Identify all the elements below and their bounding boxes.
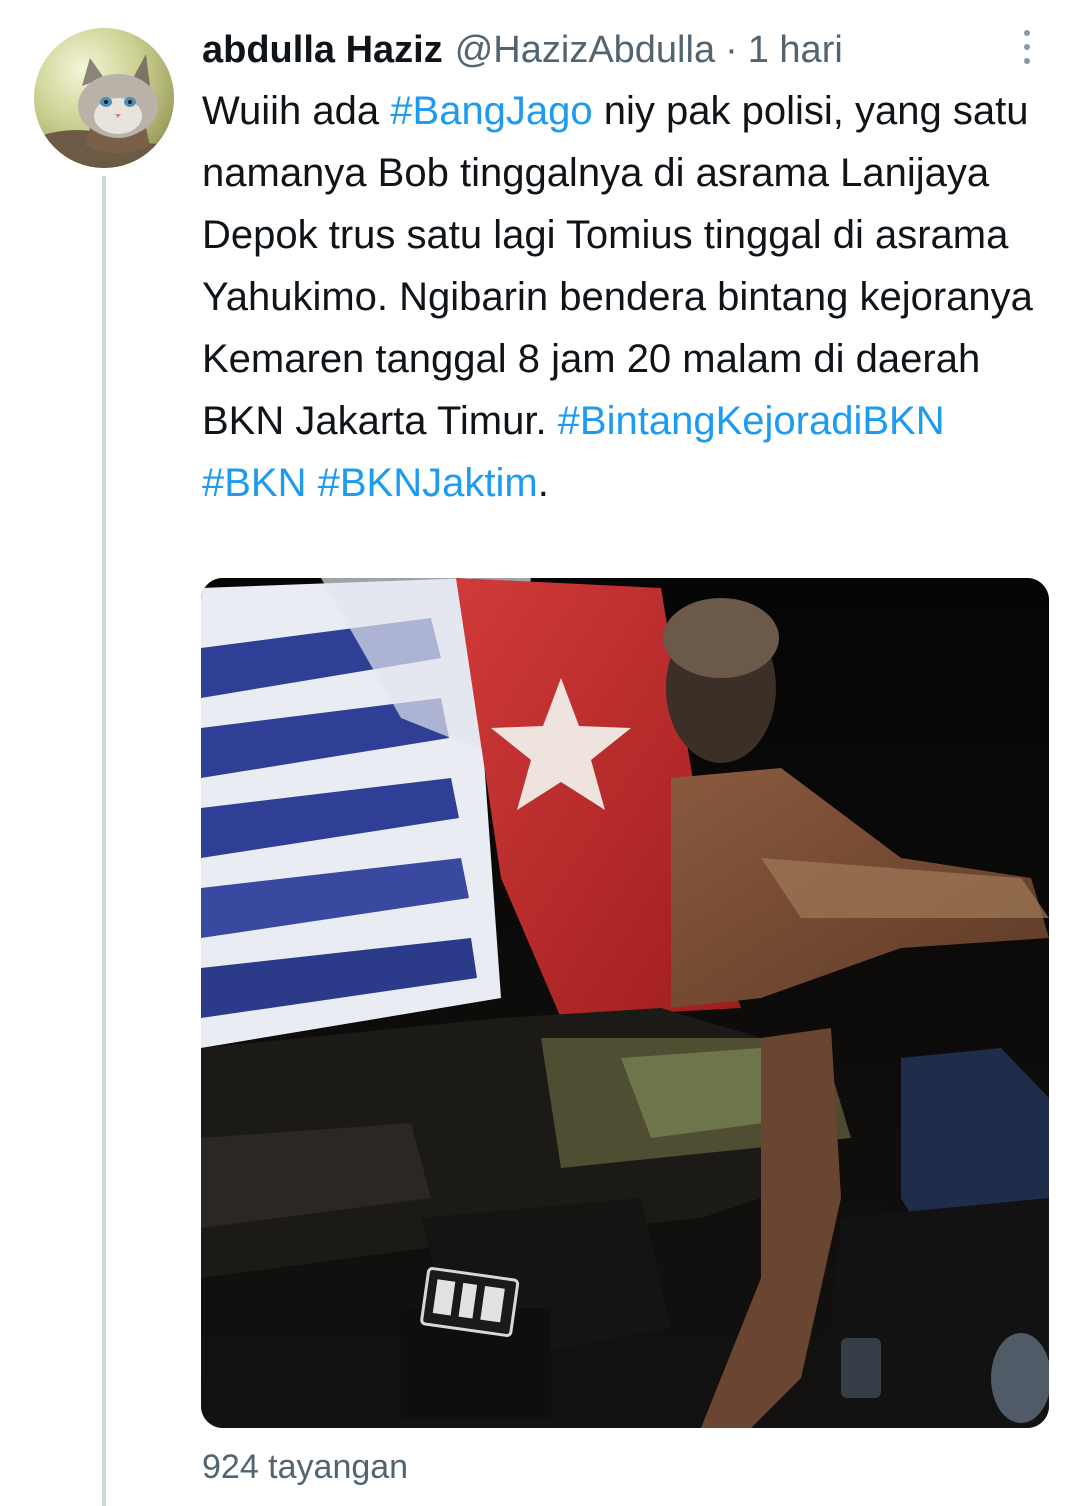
thread-line (102, 176, 106, 1506)
tweet-text-segment: . (537, 461, 549, 505)
timestamp[interactable]: 1 hari (748, 29, 843, 72)
tweet-text-segment (307, 461, 318, 505)
tweet-media[interactable] (201, 578, 1049, 1428)
tweet-header: abdulla Haziz @HazizAbdulla · 1 hari (202, 22, 1042, 78)
tweet[interactable]: abdulla Haziz @HazizAbdulla · 1 hari Wui… (0, 0, 1080, 1506)
hashtag-link[interactable]: #BKNJaktim (318, 461, 538, 505)
more-vertical-icon[interactable] (1014, 30, 1040, 70)
hashtag-link[interactable]: #BKN (202, 461, 307, 505)
hashtag-link[interactable]: #BintangKejoradiBKN (558, 399, 945, 443)
hashtag-link[interactable]: #BangJago (390, 89, 592, 133)
tweet-text-segment: Wuiih ada (202, 89, 391, 133)
avatar[interactable] (34, 28, 174, 168)
video-thumbnail (201, 578, 1049, 1428)
view-count[interactable]: 924 tayangan (202, 1448, 408, 1487)
tweet-text-segment: niy pak polisi, yang satu namanya Bob ti… (202, 89, 1033, 443)
avatar-column (34, 28, 174, 1506)
separator-dot: · (725, 28, 738, 71)
author-name[interactable]: abdulla Haziz (202, 29, 443, 72)
author-handle[interactable]: @HazizAbdulla (455, 29, 715, 72)
tweet-text: Wuiih ada #BangJago niy pak polisi, yang… (202, 80, 1052, 514)
